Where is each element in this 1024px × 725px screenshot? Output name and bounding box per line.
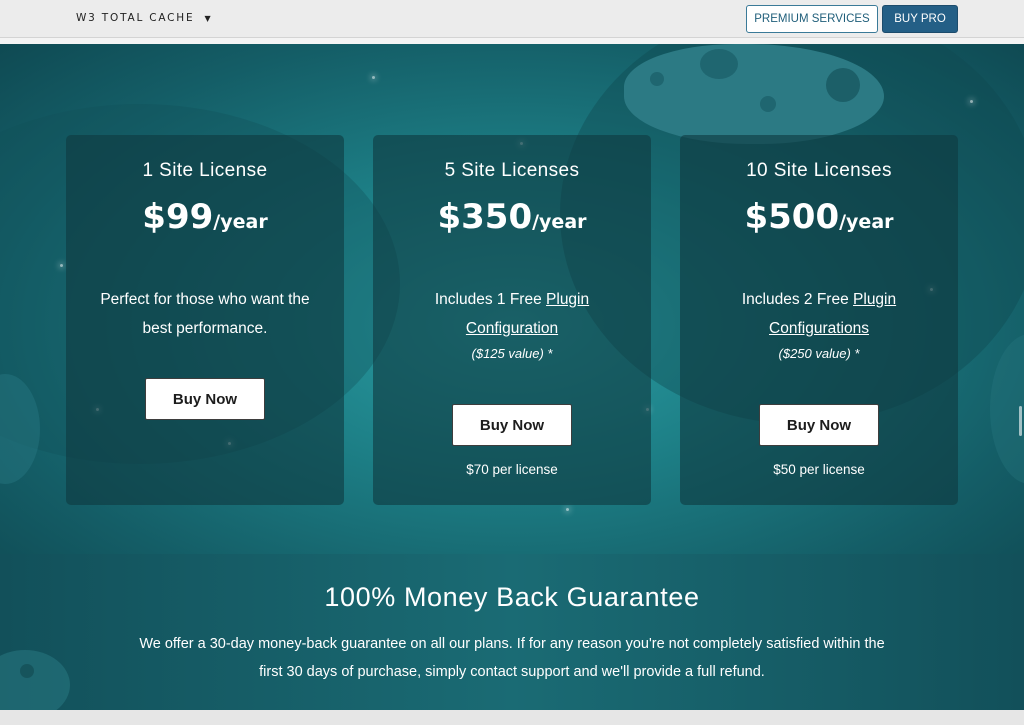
price-period: /year (532, 211, 587, 233)
plan-title: 10 Site Licenses (746, 160, 892, 181)
per-license-price: $70 per license (466, 462, 558, 477)
guarantee-title: 100% Money Back Guarantee (324, 582, 700, 612)
asteroid-crater (700, 49, 738, 79)
brand-menu[interactable]: W3 TOTAL CACHE ▼ (76, 12, 211, 24)
desc-line: best performance. (142, 320, 268, 337)
plugin-config-link[interactable]: Plugin (546, 291, 589, 308)
scroll-indicator[interactable] (1019, 406, 1022, 436)
background-blob (0, 650, 70, 710)
asteroid-crater (20, 664, 34, 678)
plan-description: Perfect for those who want the best perf… (86, 285, 324, 343)
desc-text: Includes 2 Free (741, 291, 854, 308)
pricing-card-1-site: 1 Site License $99/year Perfect for thos… (66, 135, 344, 505)
plan-title: 1 Site License (142, 160, 268, 181)
top-bar: W3 TOTAL CACHE ▼ PREMIUM SERVICES BUY PR… (0, 0, 1024, 38)
guarantee-line: We offer a 30-day money-back guarantee o… (139, 636, 885, 652)
price-amount: $500 (744, 197, 840, 237)
guarantee-line: first 30 days of purchase, simply contac… (259, 664, 765, 680)
price-amount: $350 (437, 197, 533, 237)
plugin-config-link[interactable]: Plugin (853, 291, 896, 308)
plugin-config-link[interactable]: Configuration (466, 320, 558, 337)
guarantee-text: We offer a 30-day money-back guarantee o… (100, 630, 924, 686)
asteroid-crater (826, 68, 860, 102)
asteroid-crater (650, 72, 664, 86)
asteroid-crater (760, 96, 776, 112)
money-back-guarantee: 100% Money Back Guarantee We offer a 30-… (0, 554, 1024, 710)
page-bottom-strip (0, 710, 1024, 725)
pricing-card-10-sites: 10 Site Licenses $500/year Includes 2 Fr… (680, 135, 958, 505)
price-period: /year (839, 211, 894, 233)
star-dot (372, 76, 375, 79)
premium-services-button[interactable]: PREMIUM SERVICES (746, 5, 878, 33)
chevron-down-icon: ▼ (204, 13, 211, 23)
star-dot (970, 100, 973, 103)
brand-name: W3 TOTAL CACHE (76, 12, 195, 24)
value-note: ($125 value) * (471, 346, 553, 361)
plan-price: $500/year (680, 197, 958, 237)
plan-price: $350/year (373, 197, 651, 237)
price-period: /year (213, 211, 268, 233)
desc-text: Includes 1 Free (434, 291, 547, 308)
plugin-config-link[interactable]: Configurations (769, 320, 869, 337)
price-amount: $99 (142, 197, 214, 237)
star-dot (60, 264, 63, 267)
per-license-price: $50 per license (773, 462, 865, 477)
desc-line: Perfect for those who want the (100, 291, 310, 308)
plan-title: 5 Site Licenses (444, 160, 580, 181)
buy-now-button[interactable]: Buy Now (759, 404, 879, 446)
plan-price: $99/year (66, 197, 344, 237)
buy-now-button[interactable]: Buy Now (452, 404, 572, 446)
buy-now-button[interactable]: Buy Now (145, 378, 265, 420)
plan-description: Includes 2 Free Plugin Configurations (700, 285, 938, 343)
buy-pro-button[interactable]: BUY PRO (882, 5, 958, 33)
plan-description: Includes 1 Free Plugin Configuration (393, 285, 631, 343)
star-dot (566, 508, 569, 511)
pricing-card-5-sites: 5 Site Licenses $350/year Includes 1 Fre… (373, 135, 651, 505)
value-note: ($250 value) * (778, 346, 860, 361)
